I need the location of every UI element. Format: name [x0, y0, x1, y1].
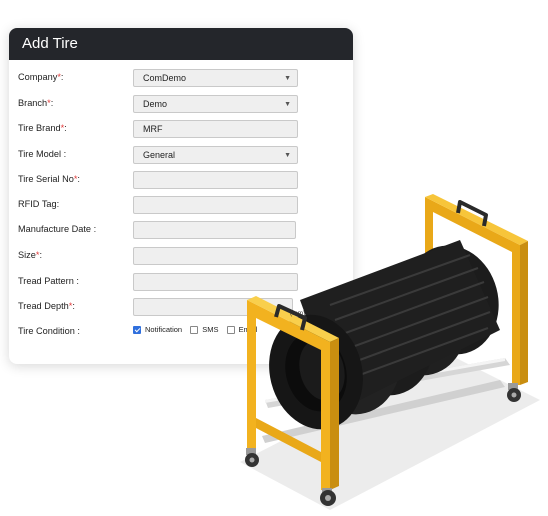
tire-rack-illustration: [240, 194, 540, 510]
tread-depth-unit: (mm): [290, 310, 306, 317]
